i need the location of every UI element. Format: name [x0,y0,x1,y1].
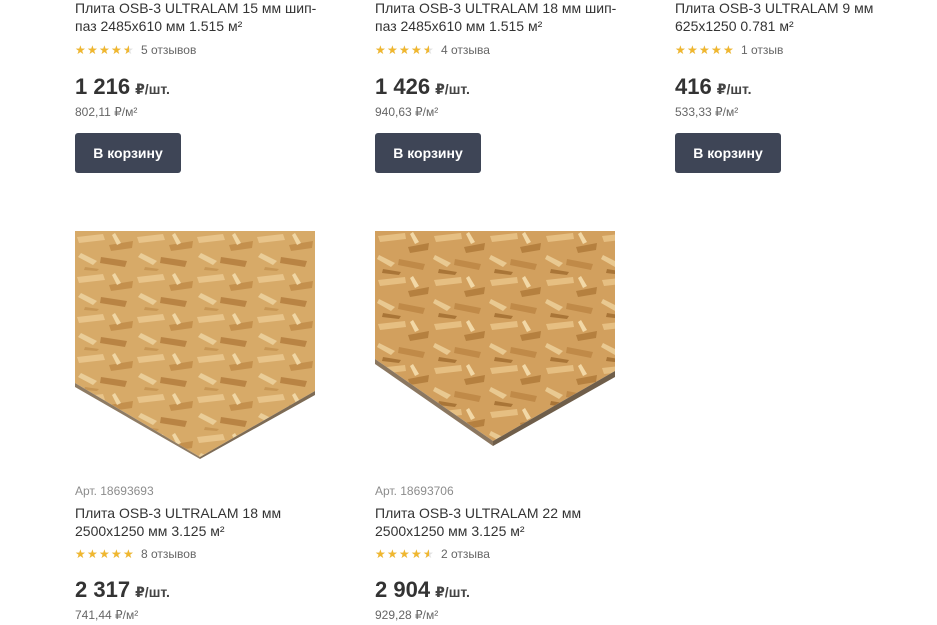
article-number: Арт. 18693706 [375,484,454,498]
star-icon: ★ ★ [387,547,398,561]
star-icon: ★ ★ [87,43,98,57]
product-title[interactable]: Плита OSB-3 ULTRALAM 22 мм 2500x1250 мм … [375,504,620,540]
star-icon: ★ ★ [375,547,386,561]
unit-price: 741,44 ₽/м² [75,608,139,622]
reviews-link[interactable]: 4 отзыва [441,43,490,57]
reviews-link[interactable]: 1 отзыв [741,43,783,57]
product-card: Арт. 18693706 Плита OSB-3 ULTRALAM 22 мм… [375,484,625,622]
star-icon: ★ ★ [675,43,686,57]
product-card: Арт. 18693693 Плита OSB-3 ULTRALAM 18 мм… [75,484,325,622]
price-unit: ₽/шт. [135,81,170,97]
star-icon: ★ ★ [699,43,710,57]
star-icon: ★ ★ [411,43,422,57]
rating-stars: ★ ★ ★ ★ ★ ★ ★ ★ ★ ★ [75,548,135,560]
price-row: 1 216 ₽/шт. [75,74,325,100]
product-rating: ★ ★ ★ ★ ★ ★ ★ ★ ★ ★ 5 отзывов [75,42,325,58]
add-to-cart-button[interactable]: В корзину [675,133,781,173]
rating-stars: ★ ★ ★ ★ ★ ★ ★ ★ ★ ★ [375,44,435,56]
price: 416 [675,74,712,99]
osb-board-image [375,231,615,446]
product-title[interactable]: Плита OSB-3 ULTRALAM 15 мм шип-паз 2485x… [75,0,320,35]
star-icon: ★ ★ [411,547,422,561]
product-image[interactable] [375,231,615,446]
add-to-cart-button[interactable]: В корзину [375,133,481,173]
reviews-link[interactable]: 8 отзывов [141,547,196,561]
unit-price: 940,63 ₽/м² [375,105,439,119]
star-icon: ★ ★ [75,43,86,57]
product-title[interactable]: Плита OSB-3 ULTRALAM 18 мм шип-паз 2485x… [375,0,620,35]
star-icon: ★ ★ [99,43,110,57]
star-icon: ★ ★ [687,43,698,57]
add-to-cart-button[interactable]: В корзину [75,133,181,173]
rating-stars: ★ ★ ★ ★ ★ ★ ★ ★ ★ ★ [675,44,735,56]
reviews-link[interactable]: 5 отзывов [141,43,196,57]
price: 1 216 [75,74,131,99]
star-icon: ★ ★ [711,43,722,57]
unit-price: 802,11 ₽/м² [75,105,138,119]
product-card: Плита OSB-3 ULTRALAM 9 мм 625x1250 0.781… [675,0,925,173]
star-icon: ★ ★ [123,43,134,57]
rating-stars: ★ ★ ★ ★ ★ ★ ★ ★ ★ ★ [75,44,135,56]
star-icon: ★ ★ [423,43,434,57]
product-rating: ★ ★ ★ ★ ★ ★ ★ ★ ★ ★ 8 отзывов [75,546,325,562]
price-unit: ₽/шт. [435,81,470,97]
product-title[interactable]: Плита OSB-3 ULTRALAM 18 мм 2500x1250 мм … [75,504,320,540]
price-unit: ₽/шт. [435,584,470,600]
product-rating: ★ ★ ★ ★ ★ ★ ★ ★ ★ ★ 1 отзыв [675,42,925,58]
article-number: Арт. 18693693 [75,484,154,498]
star-icon: ★ ★ [423,547,434,561]
rating-stars: ★ ★ ★ ★ ★ ★ ★ ★ ★ ★ [375,548,435,560]
product-card: Плита OSB-3 ULTRALAM 18 мм шип-паз 2485x… [375,0,625,173]
star-icon: ★ ★ [399,43,410,57]
star-icon: ★ ★ [387,43,398,57]
price: 2 904 [375,577,431,602]
star-icon: ★ ★ [111,547,122,561]
price-unit: ₽/шт. [135,584,170,600]
product-card: Плита OSB-3 ULTRALAM 15 мм шип-паз 2485x… [75,0,325,173]
star-icon: ★ ★ [375,43,386,57]
price: 1 426 [375,74,431,99]
price-row: 2 904 ₽/шт. [375,577,625,603]
product-rating: ★ ★ ★ ★ ★ ★ ★ ★ ★ ★ 4 отзыва [375,42,625,58]
price: 2 317 [75,577,131,602]
product-title[interactable]: Плита OSB-3 ULTRALAM 9 мм 625x1250 0.781… [675,0,920,35]
price-row: 1 426 ₽/шт. [375,74,625,100]
product-image[interactable] [75,231,315,459]
reviews-link[interactable]: 2 отзыва [441,547,490,561]
price-unit: ₽/шт. [716,81,752,97]
osb-board-image [75,231,315,459]
price-row: 416 ₽/шт. [675,74,925,100]
star-icon: ★ ★ [87,547,98,561]
star-icon: ★ ★ [123,547,134,561]
star-icon: ★ ★ [111,43,122,57]
unit-price: 929,28 ₽/м² [375,608,439,622]
star-icon: ★ ★ [75,547,86,561]
unit-price: 533,33 ₽/м² [675,105,739,119]
star-icon: ★ ★ [723,43,734,57]
star-icon: ★ ★ [99,547,110,561]
price-row: 2 317 ₽/шт. [75,577,325,603]
product-rating: ★ ★ ★ ★ ★ ★ ★ ★ ★ ★ 2 отзыва [375,546,625,562]
star-icon: ★ ★ [399,547,410,561]
